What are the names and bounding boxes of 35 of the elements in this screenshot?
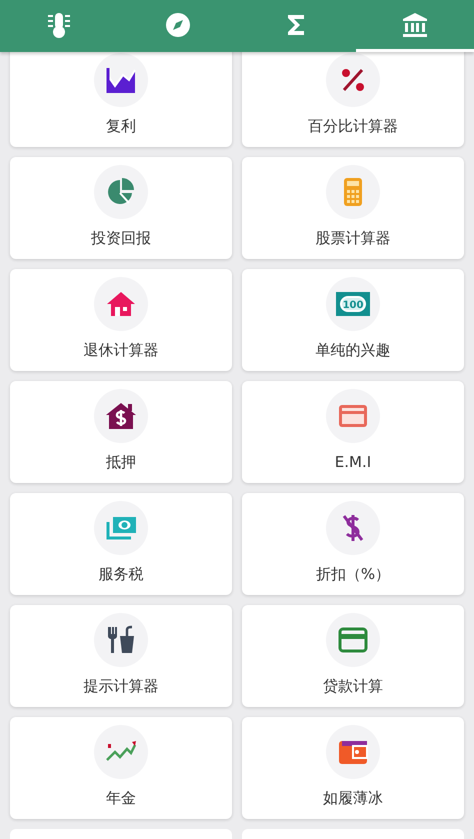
calculator-card[interactable]: E.M.I: [242, 381, 464, 483]
calculator-label: 如履薄冰: [323, 788, 383, 808]
compass-icon: [164, 12, 191, 38]
sigma-icon: [286, 12, 306, 36]
calculator-label: 单纯的兴趣: [316, 340, 390, 360]
calculator-label: E.M.I: [334, 452, 372, 472]
thermometer-icon: [47, 10, 72, 38]
calculator-card[interactable]: 股票计算器: [242, 157, 464, 259]
bank-icon: [402, 12, 428, 38]
calculator-label: 退休计算器: [84, 340, 158, 360]
calculator-card[interactable]: 服务税: [10, 493, 232, 595]
calculator-card[interactable]: 退休计算器: [10, 269, 232, 371]
calculator-card[interactable]: 100 单纯的兴趣: [242, 269, 464, 371]
calculator-label: 投资回报: [91, 228, 151, 248]
fork-and-cup-icon: [105, 624, 137, 656]
calculator-label: 年金: [106, 788, 136, 808]
calculator-card[interactable]: 复利: [10, 52, 232, 147]
calculator-card[interactable]: 投资回报: [10, 157, 232, 259]
calculator-label: 贷款计算: [323, 676, 383, 696]
calculator-card[interactable]: 抵押: [10, 381, 232, 483]
banknote-icon: 100: [335, 290, 371, 318]
calculator-card[interactable]: 年金: [10, 717, 232, 819]
calculator-label: 服务税: [98, 564, 144, 584]
calculator-card[interactable]: 提示计算器: [10, 605, 232, 707]
calculator-label: 抵押: [106, 452, 136, 472]
calculator-card[interactable]: 如履薄冰: [242, 717, 464, 819]
calculator-label: 百分比计算器: [308, 116, 398, 136]
calculator-card[interactable]: 百分比计算器: [242, 52, 464, 147]
calculator-label: 提示计算器: [84, 676, 158, 696]
calculator-label: 折扣（%）: [316, 564, 390, 584]
house-dollar-icon: [105, 400, 137, 432]
calculator-card[interactable]: 贷款计算: [242, 605, 464, 707]
calculator-label: 复利: [106, 116, 136, 136]
calculator-label: 股票计算器: [316, 228, 390, 248]
calculator-card[interactable]: 折扣（%）: [242, 493, 464, 595]
